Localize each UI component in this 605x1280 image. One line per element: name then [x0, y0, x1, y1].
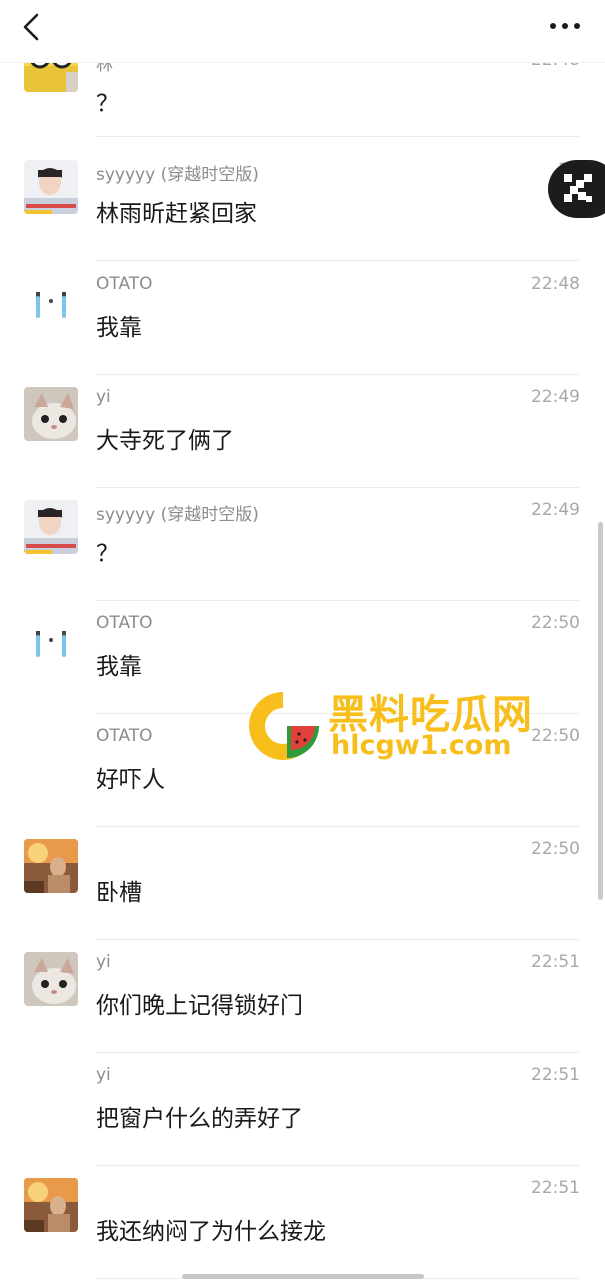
avatar[interactable]: [24, 160, 78, 214]
message-item[interactable]: syyyyy (穿越时空版) 22:49 ？: [0, 488, 605, 601]
pattern-icon: [564, 174, 592, 202]
message-text: 大寺死了俩了: [96, 428, 234, 454]
message-text: ？: [96, 91, 119, 117]
top-nav-bar: [0, 0, 605, 63]
message-time: 22:51: [531, 1178, 580, 1198]
sender-name: yi: [96, 1065, 111, 1085]
message-item[interactable]: 22:51 我还纳闷了为什么接龙: [0, 1166, 605, 1279]
sender-name: OTATO: [96, 726, 153, 746]
message-item[interactable]: yi 22:49 大寺死了俩了: [0, 375, 605, 488]
avatar[interactable]: [24, 839, 78, 893]
more-dots-icon: [550, 23, 580, 29]
watermark-url: hlcgw1.com: [331, 730, 512, 761]
message-text: 我还纳闷了为什么接龙: [96, 1219, 326, 1245]
message-time: 22:51: [531, 1065, 580, 1085]
message-time: 22:50: [531, 613, 580, 633]
avatar[interactable]: [24, 274, 78, 328]
avatar[interactable]: [24, 952, 78, 1006]
message-text: 你们晚上记得锁好门: [96, 993, 303, 1019]
watermelon-logo-icon: [249, 692, 319, 760]
back-button[interactable]: [14, 8, 48, 46]
floating-action-button[interactable]: [548, 160, 605, 218]
message-text: 卧槽: [96, 880, 142, 906]
message-text: 把窗户什么的弄好了: [96, 1106, 303, 1132]
message-item[interactable]: yi 22:51 把窗户什么的弄好了: [0, 1053, 605, 1166]
message-item[interactable]: OTATO 22:48 我靠: [0, 262, 605, 375]
home-indicator[interactable]: [182, 1274, 424, 1279]
avatar[interactable]: [24, 387, 78, 441]
separator: [96, 136, 580, 137]
message-time: 22:50: [531, 839, 580, 859]
message-time: 22:48: [531, 274, 580, 294]
message-time: 22:49: [531, 387, 580, 407]
message-text: 我靠: [96, 654, 142, 680]
avatar[interactable]: [24, 613, 78, 667]
message-time: 22:49: [531, 500, 580, 520]
avatar[interactable]: [24, 500, 78, 554]
more-button[interactable]: [545, 10, 585, 42]
scrollbar[interactable]: [598, 522, 603, 900]
sender-name: syyyyy (穿越时空版): [96, 165, 259, 185]
message-text: 我靠: [96, 315, 142, 341]
message-item[interactable]: yi 22:51 你们晚上记得锁好门: [0, 940, 605, 1053]
sender-name: yi: [96, 387, 111, 407]
message-text: 好吓人: [96, 767, 165, 793]
chevron-left-icon: [23, 13, 39, 41]
separator: [96, 260, 580, 261]
message-text: ？: [96, 541, 119, 567]
message-item[interactable]: syyyyy (穿越时空版) 22 林雨昕赶紧回家: [0, 148, 605, 261]
sender-name: syyyyy (穿越时空版): [96, 505, 259, 525]
sender-name: OTATO: [96, 274, 153, 294]
sender-name: yi: [96, 952, 111, 972]
sender-name: OTATO: [96, 613, 153, 633]
message-text: 林雨昕赶紧回家: [96, 201, 257, 227]
avatar[interactable]: [24, 1178, 78, 1232]
watermark: 黑料吃瓜网 hlcgw1.com: [243, 684, 543, 768]
message-time: 22:51: [531, 952, 580, 972]
message-item[interactable]: 22:50 卧槽: [0, 827, 605, 940]
